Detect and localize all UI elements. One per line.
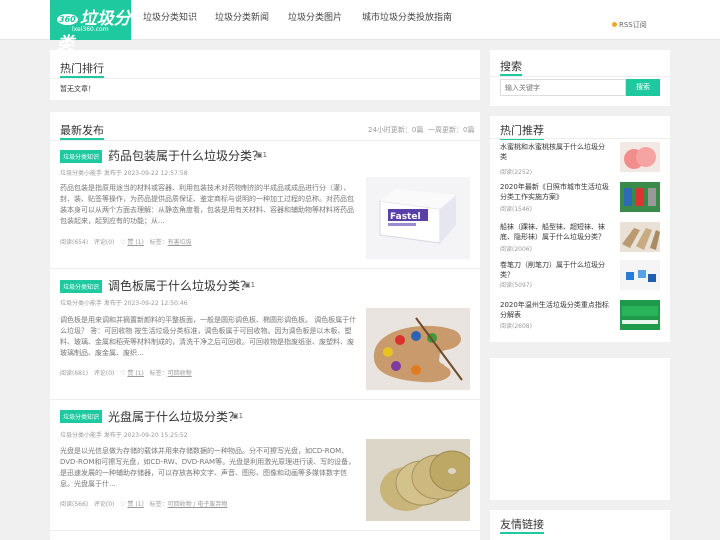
post-footer: 阅读(654) 评论(0) ♡ 赞 (1) 标签：有害垃圾 (60, 237, 192, 246)
logo-number: 360 (57, 13, 78, 25)
recommend-item-title[interactable]: 卷笔刀（削笔刀）属于什么垃圾分类？ (500, 260, 610, 280)
recommend-item-reads: 阅读(2006) (500, 246, 532, 253)
post-title[interactable]: 调色板属于什么垃圾分类？ (108, 277, 252, 294)
recommend-panel: 热门推荐 水蜜桃和水蜜桃核属于什么垃圾分类 阅读(2252) 2020年最新《日… (490, 116, 670, 342)
recommend-item-reads: 阅读(2608) (500, 323, 532, 330)
like-icon: ♡ (120, 239, 126, 246)
recommend-item-thumbnail[interactable] (620, 260, 660, 290)
post-category-tag[interactable]: 垃圾分类知识 (60, 410, 103, 423)
like-icon: ♡ (120, 501, 126, 508)
nav-item-city-guide[interactable]: 城市垃圾分类投放指南 (362, 10, 452, 23)
post-meta: 垃圾分类小能手 发布于 2023-09-22 12:57:58 (60, 170, 188, 177)
post-comments[interactable]: 评论(0) (94, 370, 115, 377)
post-excerpt: 光盘是以光信息做为存储的载体并用来存储数据的一种物品。分不可擦写光盘，如CD-R… (60, 447, 356, 488)
recommend-item[interactable]: 水蜜桃和水蜜桃核属于什么垃圾分类 阅读(2252) (500, 142, 670, 176)
search-input[interactable] (500, 79, 626, 96)
post-reads: 阅读(654) (60, 239, 89, 246)
image-icon: ▣ (244, 281, 251, 289)
rss-link[interactable]: RSS订阅 (612, 20, 647, 30)
post-tags-label: 标签： (149, 370, 168, 377)
rss-icon (612, 22, 617, 27)
post-meta: 垃圾分类小能手 发布于 2023-09-20 15:25:52 (60, 432, 188, 439)
post-footer: 阅读(681) 评论(0) ♡ 赞 (1) 标签：可回收物 (60, 368, 192, 377)
post-tags-label: 标签： (149, 239, 168, 246)
recommend-item[interactable]: 船袜（踝袜、船型袜、超短袜、袜底、隐形袜）属于什么垃圾分类？ 阅读(2006) (500, 222, 670, 256)
recommend-item[interactable]: 卷笔刀（削笔刀）属于什么垃圾分类？ 阅读(5097) (500, 260, 670, 294)
post-thumbnail[interactable]: Fastel (366, 177, 470, 259)
nav-item-news[interactable]: 垃圾分类新闻 (215, 10, 269, 23)
image-icon: ▣ (232, 412, 239, 420)
latest-panel: 最新发布 24小时更新：0篇 一周更新：0篇 垃圾分类知识 药品包装属于什么垃圾… (50, 112, 480, 540)
search-title: 搜索 (500, 60, 522, 73)
recommend-item-thumbnail[interactable] (620, 182, 660, 212)
nav-item-images[interactable]: 垃圾分类图片 (288, 10, 342, 23)
post-tag-link[interactable]: 可回收物 (168, 370, 192, 377)
post-category-tag[interactable]: 垃圾分类知识 (60, 280, 103, 293)
recommend-item-reads: 阅读(1546) (500, 206, 532, 213)
post-tags-label: 标签： (149, 501, 168, 508)
post-meta: 垃圾分类小能手 发布于 2023-09-22 12:50:46 (60, 300, 188, 307)
post-image-count: 1 (262, 151, 268, 159)
sidebar-blank-panel (490, 358, 670, 500)
post-likes[interactable]: 赞 (1) (127, 501, 143, 508)
post-excerpt: 药品包装是指原用途当的材料或容器、利用包装技术对药物制剂的半成品或成品进行分（灌… (60, 184, 354, 225)
post-comments[interactable]: 评论(0) (94, 501, 115, 508)
logo-domain: lxel360.com (72, 26, 109, 33)
site-logo[interactable]: 360 垃圾分类 lxel360.com (50, 0, 131, 54)
post-tag-link[interactable]: 有害垃圾 (168, 239, 192, 246)
post-comments[interactable]: 评论(0) (94, 239, 115, 246)
recommend-title: 热门推荐 (500, 124, 544, 137)
search-panel: 搜索 搜索 (490, 50, 670, 106)
post-thumbnail[interactable] (366, 439, 470, 521)
post-tag-link[interactable]: 可回收物 / 电子废弃物 (168, 501, 228, 508)
recommend-item[interactable]: 2020年最新《日照市城市生活垃圾分类工作实施方案》 阅读(1546) (500, 182, 670, 216)
search-button[interactable]: 搜索 (626, 79, 660, 96)
stat-24h: 24小时更新：0篇 (368, 126, 424, 134)
image-icon: ▣ (256, 151, 263, 159)
post-excerpt: 调色板是用来调和并摘置新颜料的平整板面，一般是圆形调色板、椭圆形调色板。 调色板… (60, 316, 357, 357)
post-title[interactable]: 光盘属于什么垃圾分类？ (108, 408, 240, 425)
post-image-count: 1 (250, 281, 256, 289)
recommend-item-thumbnail[interactable] (620, 300, 660, 330)
friend-links-panel: 友情链接 (490, 510, 670, 540)
friend-links-title: 友情链接 (500, 518, 544, 531)
recommend-item[interactable]: 2020年温州生活垃圾分类重点指标分解表 阅读(2608) (500, 300, 670, 334)
svg-text:Fastel: Fastel (390, 212, 421, 222)
hot-rank-empty: 暂无文章！ (60, 85, 95, 93)
recommend-item-title[interactable]: 2020年温州生活垃圾分类重点指标分解表 (500, 300, 610, 320)
post-likes[interactable]: 赞 (1) (127, 370, 143, 377)
nav-item-knowledge[interactable]: 垃圾分类知识 (143, 10, 197, 23)
post-reads: 阅读(566) (60, 501, 89, 508)
post-likes[interactable]: 赞 (1) (127, 239, 143, 246)
stat-week: 一周更新：0篇 (428, 126, 475, 134)
post-reads: 阅读(681) (60, 370, 89, 377)
like-icon: ♡ (120, 370, 126, 377)
latest-title: 最新发布 (60, 124, 104, 137)
top-header: 360 垃圾分类 lxel360.com 垃圾分类知识 垃圾分类新闻 垃圾分类图片… (0, 0, 720, 54)
post-footer: 阅读(566) 评论(0) ♡ 赞 (1) 标签：可回收物 / 电子废弃物 (60, 499, 227, 508)
recommend-item-title[interactable]: 2020年最新《日照市城市生活垃圾分类工作实施方案》 (500, 182, 610, 202)
recommend-item-reads: 阅读(2252) (500, 169, 532, 176)
rss-label: RSS订阅 (619, 21, 647, 29)
post-title[interactable]: 药品包装属于什么垃圾分类？ (108, 147, 264, 164)
recommend-item-title[interactable]: 水蜜桃和水蜜桃核属于什么垃圾分类 (500, 142, 610, 162)
recommend-item-reads: 阅读(5097) (500, 282, 532, 289)
post-category-tag[interactable]: 垃圾分类知识 (60, 150, 103, 163)
hot-rank-title: 热门排行 (60, 62, 104, 75)
recommend-item-thumbnail[interactable] (620, 222, 660, 252)
post-thumbnail[interactable] (366, 308, 470, 390)
hot-rank-panel: 热门排行 暂无文章！ (50, 50, 480, 100)
post-image-count: 1 (238, 412, 244, 420)
recommend-item-title[interactable]: 船袜（踝袜、船型袜、超短袜、袜底、隐形袜）属于什么垃圾分类？ (500, 222, 610, 242)
recommend-item-thumbnail[interactable] (620, 142, 660, 172)
